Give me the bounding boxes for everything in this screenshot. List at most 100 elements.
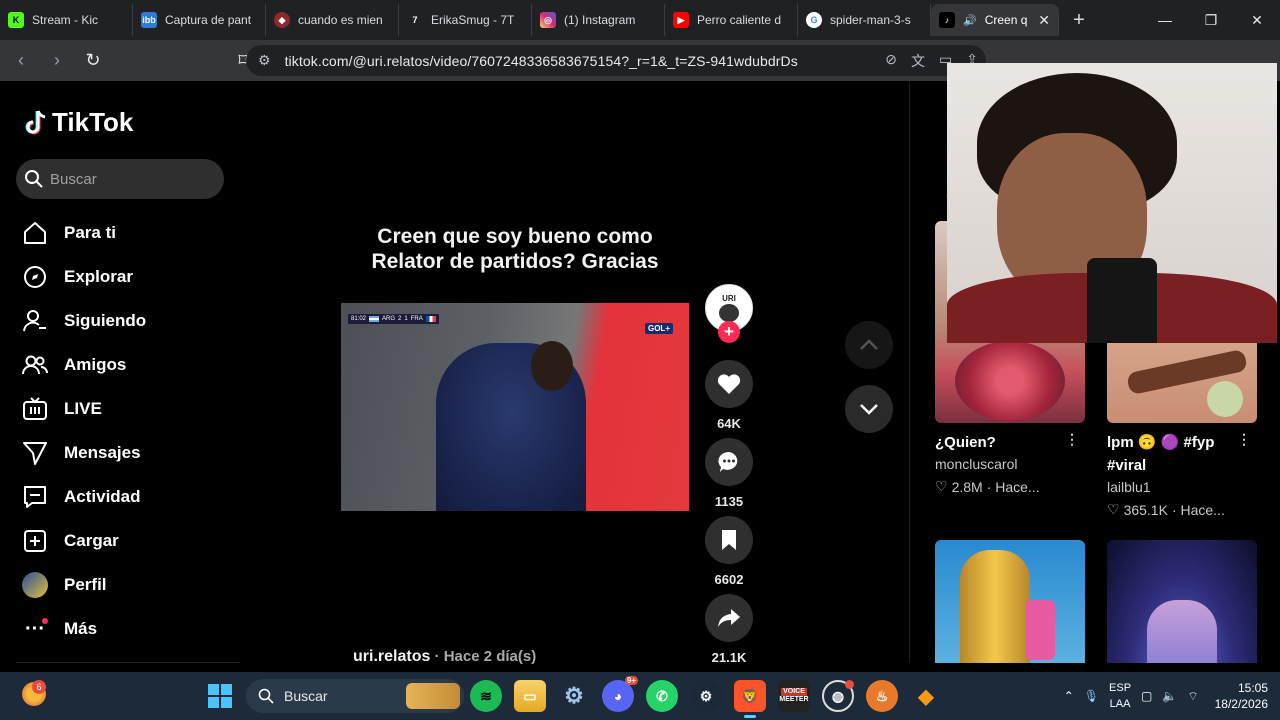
- channel-logo: GOL+: [644, 323, 673, 334]
- translate-icon[interactable]: 文: [911, 51, 925, 71]
- fire-app-icon[interactable]: ♨: [866, 680, 898, 712]
- sidebar-item-label: Amigos: [64, 355, 127, 374]
- messages-icon: [22, 440, 48, 466]
- sidebar-item-siguiendo[interactable]: Siguiendo: [22, 299, 146, 343]
- search-input[interactable]: [50, 170, 210, 188]
- video-thumbnail[interactable]: [935, 540, 1085, 663]
- back-button[interactable]: ‹: [6, 46, 36, 76]
- share-count: 21.1K: [711, 650, 747, 665]
- like-action[interactable]: 64K: [705, 360, 753, 431]
- sidebar-item-amigos[interactable]: Amigos: [22, 343, 146, 387]
- sidebar-item-mensajes[interactable]: Mensajes: [22, 431, 146, 475]
- tab-title: ErikaSmug - 7T: [431, 13, 515, 27]
- steam-icon[interactable]: ⚙: [690, 680, 722, 712]
- gem-app-icon[interactable]: ◆: [910, 680, 942, 712]
- video-card[interactable]: [1107, 540, 1257, 663]
- sidebar-nav: Para ti Explorar Siguiendo Amigos LIVE M…: [22, 211, 146, 651]
- windows-start-icon[interactable]: [208, 684, 232, 708]
- sidebar-item-para-ti[interactable]: Para ti: [22, 211, 146, 255]
- tab-kick[interactable]: K Stream - Kic: [0, 4, 133, 36]
- network-icon[interactable]: ⌔: [1187, 689, 1198, 704]
- sidebar-item-label: LIVE: [64, 399, 102, 418]
- whatsapp-icon[interactable]: ✆: [646, 680, 678, 712]
- sidebar-item-label: Para ti: [64, 223, 116, 242]
- discord-icon[interactable]: ◕ 9+: [602, 676, 638, 712]
- tiktok-logo-icon: [25, 109, 46, 134]
- microphone-icon[interactable]: 🎙: [1084, 689, 1099, 703]
- more-icon: ···: [22, 616, 48, 642]
- volume-icon[interactable]: 🔈: [1162, 689, 1177, 703]
- video-username[interactable]: uri.relatos: [353, 648, 430, 665]
- video-card-title[interactable]: lpm 🙃 🟣 #fyp #viral: [1107, 431, 1257, 477]
- heart-icon[interactable]: [705, 360, 753, 408]
- tab-tiktok-active[interactable]: ♪ 🔊 Creen q ✕: [931, 4, 1059, 36]
- language-line-1: ESP: [1109, 682, 1132, 694]
- language-indicator[interactable]: ESP LAA: [1109, 680, 1131, 712]
- share-action[interactable]: 21.1K: [705, 594, 753, 665]
- follow-button[interactable]: +: [718, 321, 740, 343]
- close-window-button[interactable]: ✕: [1234, 0, 1280, 40]
- display-icon[interactable]: ▢: [1141, 689, 1152, 703]
- sidebar-item-mas[interactable]: ··· Más: [22, 607, 146, 651]
- sidebar-item-cargar[interactable]: Cargar: [22, 519, 146, 563]
- reload-button[interactable]: ↻: [78, 46, 108, 76]
- taskbar-search[interactable]: Buscar: [246, 679, 464, 713]
- creator-avatar-art: [719, 304, 739, 322]
- comment-icon[interactable]: [705, 438, 753, 486]
- previous-video-button[interactable]: [845, 321, 893, 369]
- sidebar-item-label: Actividad: [64, 487, 141, 506]
- tab-cuando[interactable]: ◆ cuando es mien: [266, 4, 399, 36]
- maximize-button[interactable]: ❐: [1188, 0, 1234, 40]
- file-explorer-icon[interactable]: ▭: [514, 680, 546, 712]
- new-tab-button[interactable]: +: [1059, 9, 1099, 32]
- obs-icon[interactable]: ◍: [822, 680, 854, 712]
- url-text[interactable]: tiktok.com/@uri.relatos/video/7607248336…: [285, 53, 798, 69]
- tab-7tv[interactable]: 7 ErikaSmug - 7T: [399, 4, 532, 36]
- kick-icon: K: [8, 12, 24, 28]
- video-age: · Hace 2 día(s): [430, 648, 537, 665]
- sidebar-item-label: Siguiendo: [64, 311, 147, 330]
- tiktok-logo[interactable]: TikTok: [24, 107, 133, 138]
- more-options-icon[interactable]: ⋮: [1065, 431, 1079, 448]
- spotify-icon[interactable]: ≋: [470, 680, 502, 712]
- tiktok-search[interactable]: [16, 159, 224, 199]
- sidebar-item-perfil[interactable]: Perfil: [22, 563, 146, 607]
- close-tab-icon[interactable]: ✕: [1038, 12, 1050, 29]
- video-card-user[interactable]: moncluscarol: [935, 456, 1085, 472]
- site-info-icon[interactable]: ⚙: [258, 52, 271, 69]
- sidebar-item-actividad[interactable]: Actividad: [22, 475, 146, 519]
- video-card-title[interactable]: ¿Quien?: [935, 431, 1085, 454]
- chevron-up-icon: [860, 339, 878, 350]
- taskbar-search-label: Buscar: [284, 688, 328, 704]
- voicemeeter-icon[interactable]: VOICE MEETER: [778, 680, 810, 712]
- home-icon: [22, 220, 48, 246]
- tab-ibb[interactable]: ibb Captura de pant: [133, 4, 266, 36]
- 7tv-icon: 7: [412, 15, 418, 25]
- video-thumbnail[interactable]: [1107, 540, 1257, 663]
- video-caption: Creen que soy bueno como Relator de part…: [340, 224, 690, 274]
- speaker-icon[interactable]: 🔊: [963, 14, 977, 27]
- no-reader-icon[interactable]: ⊘: [885, 51, 897, 71]
- brave-icon[interactable]: 🦁: [734, 680, 766, 718]
- chevron-up-icon[interactable]: ⌃: [1064, 689, 1074, 703]
- video-card-user[interactable]: lailblu1: [1107, 479, 1257, 495]
- video-card[interactable]: [935, 540, 1085, 663]
- bookmark-icon[interactable]: [705, 516, 753, 564]
- taskbar-clock[interactable]: 15:05 18/2/2026: [1215, 680, 1268, 712]
- sidebar-item-live[interactable]: LIVE: [22, 387, 146, 431]
- tab-youtube[interactable]: ▶ Perro caliente d: [665, 4, 798, 36]
- settings-icon[interactable]: ⚙: [558, 680, 590, 712]
- save-action[interactable]: 6602: [705, 516, 753, 587]
- sidebar-item-explorar[interactable]: Explorar: [22, 255, 146, 299]
- video-player[interactable]: 81:02 ARG 2 1 FRA GOL+: [341, 303, 689, 511]
- comment-action[interactable]: 1135: [705, 438, 753, 509]
- share-arrow-icon[interactable]: [705, 594, 753, 642]
- clock-time: 15:05: [1237, 681, 1268, 695]
- forward-button[interactable]: ›: [42, 46, 72, 76]
- minimize-button[interactable]: —: [1142, 0, 1188, 40]
- tab-google[interactable]: G spider-man-3-s: [798, 4, 931, 36]
- more-options-icon[interactable]: ⋮: [1237, 431, 1251, 448]
- tab-instagram[interactable]: ◎ (1) Instagram: [532, 4, 665, 36]
- next-video-button[interactable]: [845, 385, 893, 433]
- address-bar[interactable]: ⚙ tiktok.com/@uri.relatos/video/76072483…: [246, 45, 986, 76]
